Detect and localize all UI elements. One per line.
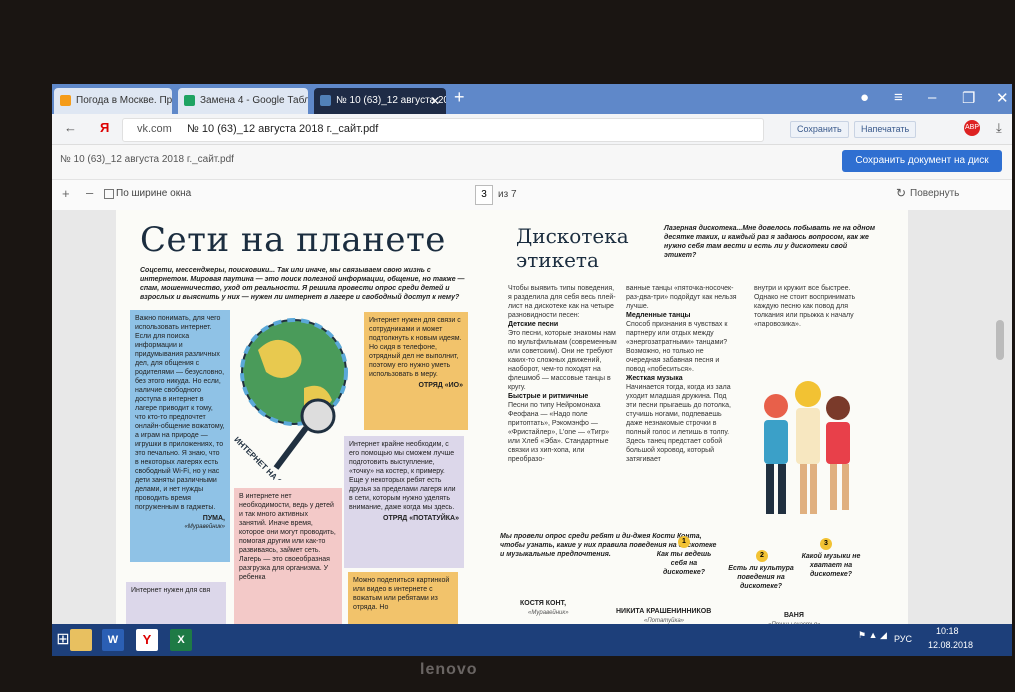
download-icon[interactable]: ⤓	[996, 120, 1002, 136]
fit-checkbox[interactable]	[104, 189, 114, 199]
respondent-1-team: «Муравейник»	[528, 610, 569, 616]
sheets-icon	[184, 95, 195, 106]
print-button[interactable]: Напечатать	[854, 121, 917, 138]
save-button[interactable]: Сохранить	[790, 121, 849, 138]
article-title: Сети на планете	[140, 220, 446, 260]
close-window-icon[interactable]: ✕	[996, 89, 1009, 107]
quote-box-lavender: Интернет крайне необходим, с его помощью…	[344, 436, 464, 568]
rotate-icon[interactable]: ↻	[896, 186, 906, 200]
brand-logo: lenovo	[420, 661, 478, 678]
save-to-disk-button[interactable]: Сохранить документ на диск	[842, 150, 1002, 172]
pdf-filename: № 10 (63)_12 августа 2018 г._сайт.pdf	[60, 154, 234, 165]
clock-date[interactable]: 12.08.2018	[928, 640, 973, 650]
excel-icon[interactable]: X	[170, 629, 192, 651]
tab-bar: Погода в Москве. Прогноз Замена 4 - Goog…	[52, 84, 1012, 114]
address-bar: ← Я vk.com № 10 (63)_12 августа 2018 г._…	[52, 114, 1012, 145]
account-icon[interactable]: ●	[860, 89, 869, 106]
question-3: Какой музыки не хватает на дискотеке?	[801, 553, 861, 578]
page-count: из 7	[498, 189, 517, 200]
zoom-out-icon[interactable]: –	[86, 185, 93, 200]
yandex-icon[interactable]: Я	[100, 120, 109, 135]
menu-icon[interactable]: ≡	[894, 89, 903, 106]
question-2-badge: 2	[756, 550, 768, 562]
vk-icon	[320, 95, 331, 106]
minimize-icon[interactable]: –	[928, 89, 936, 106]
quote-box-blue: Важно понимать, для чего использовать ин…	[130, 310, 230, 562]
scrollbar-thumb[interactable]	[996, 320, 1004, 360]
fit-width-label[interactable]: По ширине окна	[116, 188, 191, 199]
document-viewer: Сети на планете Соцсети, мессенджеры, по…	[52, 210, 1012, 656]
respondent-2: НИКИТА КРАШЕНИННИКОВ	[616, 608, 712, 615]
page-number-input[interactable]: 3	[475, 185, 493, 205]
back-icon[interactable]: ←	[64, 120, 77, 135]
tab-weather[interactable]: Погода в Москве. Прогноз	[54, 88, 172, 114]
pdf-page: Сети на планете Соцсети, мессенджеры, по…	[116, 210, 908, 630]
rotate-button[interactable]: Повернуть	[910, 188, 959, 199]
explorer-icon[interactable]	[70, 629, 92, 651]
language-indicator[interactable]: РУС	[894, 634, 912, 644]
article2-lead: Лазерная дискотека...Мне довелось побыва…	[664, 225, 876, 259]
pdf-toolbar: + – По ширине окна 3 из 7 ↻ Повернуть	[52, 180, 1012, 210]
yandex-browser-icon[interactable]: Y	[136, 629, 158, 651]
article2-column-3: внутри и кружит все быстрее. Однако не с…	[754, 285, 856, 328]
quote-box-lavender-2: Интернет нужен для свя	[126, 582, 226, 630]
article2-title: Дискотека этикета	[516, 224, 629, 272]
word-icon[interactable]: W	[102, 629, 124, 651]
question-1: Как ты ведешь себя на дискотеке?	[656, 551, 712, 576]
dancers-illustration	[764, 381, 850, 514]
tab-pdf[interactable]: № 10 (63)_12 августа 20 ✕	[314, 88, 446, 114]
close-tab-icon[interactable]: ✕	[430, 88, 440, 114]
tray-icons[interactable]: ⚑ ▲ ◢	[858, 630, 887, 641]
pdf-header: № 10 (63)_12 августа 2018 г._сайт.pdf Со…	[52, 145, 1012, 180]
respondent-3: ВАНЯ	[784, 612, 804, 619]
question-3-badge: 3	[820, 538, 832, 550]
tab-sheets[interactable]: Замена 4 - Google Таблиц	[178, 88, 308, 114]
restore-icon[interactable]: ❐	[962, 89, 975, 107]
question-1-badge: 1	[678, 536, 690, 548]
weather-icon	[60, 95, 71, 106]
zoom-in-icon[interactable]: +	[62, 186, 70, 201]
question-2: Есть ли культура поведения на дискотеке?	[728, 565, 794, 590]
new-tab-button[interactable]: +	[454, 87, 465, 108]
browser-window: Погода в Москве. Прогноз Замена 4 - Goog…	[52, 84, 1012, 656]
article2-column-1: Чтобы выявить типы поведения, я разделил…	[508, 285, 617, 463]
quote-box-pink: В интернете нет необходимости, ведь у де…	[234, 488, 342, 630]
clock-time[interactable]: 10:18	[936, 626, 959, 636]
quote-box-orange-2: Можно поделиться картинкой или видео в и…	[348, 572, 458, 630]
quote-box-orange: Интернет нужен для связи с сотрудниками …	[364, 312, 468, 430]
respondent-1: КОСТЯ КОНТ,	[520, 600, 567, 607]
url-field[interactable]: vk.com № 10 (63)_12 августа 2018 г._сайт…	[122, 118, 764, 142]
adblock-icon[interactable]: ABP	[964, 120, 980, 136]
taskbar: ⊞ W Y X ⚑ ▲ ◢ РУС 10:18 12.08.2018	[52, 624, 1012, 656]
article-lead: Соцсети, мессенджеры, поисковики... Так …	[140, 267, 465, 301]
article2-column-2: ванные танцы «пяточка-носочек-раз-два-тр…	[626, 285, 737, 463]
